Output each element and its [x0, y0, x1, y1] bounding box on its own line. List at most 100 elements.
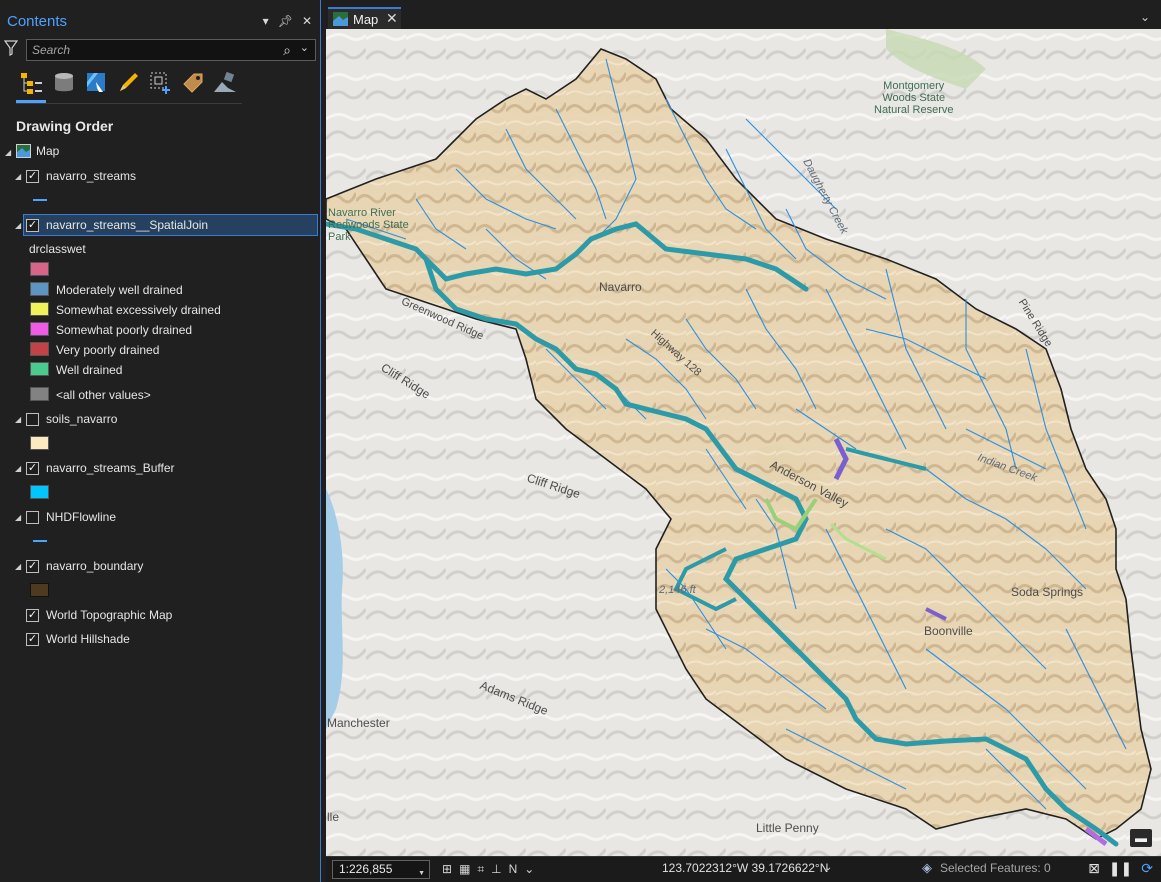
layer-label: navarro_boundary — [46, 559, 144, 573]
map-overlay-toggle-icon[interactable]: ▬ — [1130, 829, 1152, 847]
coordinate-icon[interactable]: ⊥ — [491, 862, 501, 877]
layer-visibility-checkbox[interactable]: ✓ — [26, 608, 39, 622]
map-label-navarro-river: Navarro River Redwoods State Park — [328, 207, 409, 243]
layer-visibility-checkbox[interactable]: ✓ — [26, 461, 39, 475]
drawing-order-heading: Drawing Order — [16, 118, 114, 134]
search-icon[interactable]: ⌕ — [283, 42, 291, 59]
list-by-drawing-order-icon[interactable] — [16, 70, 46, 103]
close-tab-icon[interactable]: ✕ — [386, 10, 398, 27]
map-view[interactable]: Montgomery Woods State Natural Reserve D… — [326, 29, 1161, 856]
layer-world-hillshade[interactable]: ✓ World Hillshade — [26, 629, 130, 649]
map-label-navarro: Navarro — [599, 280, 642, 294]
layer-label: soils_navarro — [46, 412, 118, 426]
map-graphic — [326, 29, 1161, 856]
boundary-swatch[interactable] — [30, 583, 49, 597]
layer-label: NHDFlowline — [46, 510, 117, 524]
search-input[interactable] — [32, 42, 272, 58]
map-icon — [333, 12, 348, 26]
layer-visibility-checkbox[interactable]: ✓ — [26, 559, 39, 573]
coordinate-readout: 123.7022312°W 39.1726622°N — [662, 861, 829, 875]
expand-triangle-icon[interactable]: ◢ — [15, 464, 23, 473]
legend-swatch[interactable] — [30, 302, 49, 316]
pane-menu-icon[interactable]: ▾ — [263, 14, 269, 28]
refresh-icon[interactable]: ⟳ — [1141, 860, 1153, 877]
expand-triangle-icon[interactable]: ◢ — [15, 562, 23, 571]
layer-navarro-streams-spatialjoin[interactable]: ✓ navarro_streams__SpatialJoin — [26, 215, 208, 235]
layer-navarro-streams[interactable]: ✓ navarro_streams — [26, 166, 136, 186]
map-label-manchester: Manchester — [327, 716, 390, 730]
tab-list-chevron-icon[interactable]: ⌄ — [1140, 10, 1150, 24]
layer-world-topographic-map[interactable]: ✓ World Topographic Map — [26, 605, 172, 625]
map-label-little-penny: Little Penny — [756, 821, 819, 835]
legend-swatch[interactable] — [30, 282, 49, 296]
legend-label: Moderately well drained — [56, 283, 183, 297]
legend-swatch[interactable] — [30, 362, 49, 376]
legend-label: Well drained — [56, 363, 123, 377]
layer-soils-navarro[interactable]: soils_navarro — [26, 409, 117, 429]
expand-triangle-icon[interactable]: ◢ — [15, 172, 23, 181]
layer-visibility-checkbox[interactable]: ✓ — [26, 169, 39, 183]
map-label-soda-springs: Soda Springs — [1011, 585, 1084, 599]
legend-swatch[interactable] — [30, 262, 49, 276]
layer-visibility-checkbox[interactable] — [26, 412, 39, 426]
pause-drawing-icon[interactable]: ❚❚ — [1109, 860, 1132, 877]
map-status-bar: 1:226,855 ▼ ⊞ ▦ ⌗ ⊥ N ⌄ 123.7022312°W 39… — [326, 856, 1161, 882]
layer-visibility-checkbox[interactable]: ✓ — [26, 632, 39, 646]
layer-streams-buffer[interactable]: ✓ navarro_streams_Buffer — [26, 458, 175, 478]
stream-line-swatch — [33, 199, 47, 201]
buffer-swatch[interactable] — [30, 485, 49, 499]
layer-label: navarro_streams_Buffer — [46, 461, 175, 475]
list-by-source-icon[interactable] — [52, 70, 78, 96]
nhd-line-swatch — [33, 540, 47, 542]
coords-format-chevron-icon[interactable]: ⌄ — [824, 862, 832, 873]
layer-visibility-checkbox[interactable] — [26, 510, 39, 524]
map-item[interactable]: Map — [16, 141, 59, 161]
map-label-montgomery: Montgomery Woods State Natural Reserve — [874, 80, 954, 116]
expand-triangle-icon[interactable]: ◢ — [5, 148, 13, 157]
clear-selection-icon[interactable]: ⊠ — [1088, 860, 1100, 877]
list-by-snapping-icon[interactable] — [148, 70, 174, 96]
expand-triangle-icon[interactable]: ◢ — [15, 221, 23, 230]
legend-swatch[interactable] — [30, 322, 49, 336]
legend-label: Somewhat excessively drained — [56, 303, 221, 317]
chevron-down-icon[interactable]: ⌄ — [524, 862, 534, 877]
chevron-down-icon[interactable]: ⌄ — [300, 41, 309, 54]
expand-triangle-icon[interactable]: ◢ — [15, 513, 23, 522]
selected-features-count: Selected Features: 0 — [940, 861, 1051, 875]
north-arrow-icon[interactable]: N — [509, 862, 518, 877]
tab-label: Map — [353, 12, 379, 27]
layer-label: navarro_streams__SpatialJoin — [46, 218, 209, 232]
grid-icon[interactable]: ▦ — [459, 862, 470, 877]
map-item-label: Map — [36, 144, 60, 158]
legend-label: Somewhat poorly drained — [56, 323, 193, 337]
list-by-editing-icon[interactable] — [116, 70, 142, 96]
legend-swatch[interactable] — [30, 342, 49, 356]
tab-map[interactable]: Map ✕ — [328, 7, 401, 29]
layer-visibility-checkbox[interactable]: ✓ — [26, 218, 39, 232]
legend-label: <all other values> — [56, 388, 151, 402]
map-label-boonville: Boonville — [924, 624, 973, 638]
dropdown-arrow-icon[interactable]: ▼ — [418, 865, 425, 882]
map-icon — [16, 144, 31, 158]
pin-icon[interactable]: 📌︎ — [278, 14, 293, 28]
soils-swatch[interactable] — [30, 436, 49, 450]
list-by-labeling-icon[interactable] — [180, 70, 206, 96]
add-layer-icon[interactable]: ⊞ — [442, 862, 452, 877]
layer-navarro-boundary[interactable]: ✓ navarro_boundary — [26, 556, 143, 576]
list-by-perspective-icon[interactable] — [212, 70, 238, 96]
search-box[interactable]: ⌕ ⌄ — [26, 39, 316, 61]
status-tool-icons: ⊞ ▦ ⌗ ⊥ N ⌄ — [442, 862, 534, 877]
layer-nhdflowline[interactable]: NHDFlowline — [26, 507, 116, 527]
layer-label: navarro_streams — [46, 169, 137, 183]
expand-triangle-icon[interactable]: ◢ — [15, 415, 23, 424]
legend-field-name: drclasswet — [29, 242, 86, 256]
snapping-icon[interactable]: ⌗ — [477, 862, 484, 877]
legend-label: Very poorly drained — [56, 343, 160, 357]
legend-swatch[interactable] — [30, 387, 49, 401]
list-by-selection-icon[interactable] — [84, 70, 110, 96]
scale-selector[interactable]: 1:226,855 ▼ — [332, 860, 430, 879]
contents-title: Contents — [7, 13, 68, 30]
contents-pane: Contents ▾ 📌︎ ✕ ⌕ ⌄ D — [0, 0, 321, 882]
close-icon[interactable]: ✕ — [302, 14, 312, 28]
filter-icon[interactable] — [3, 40, 20, 60]
